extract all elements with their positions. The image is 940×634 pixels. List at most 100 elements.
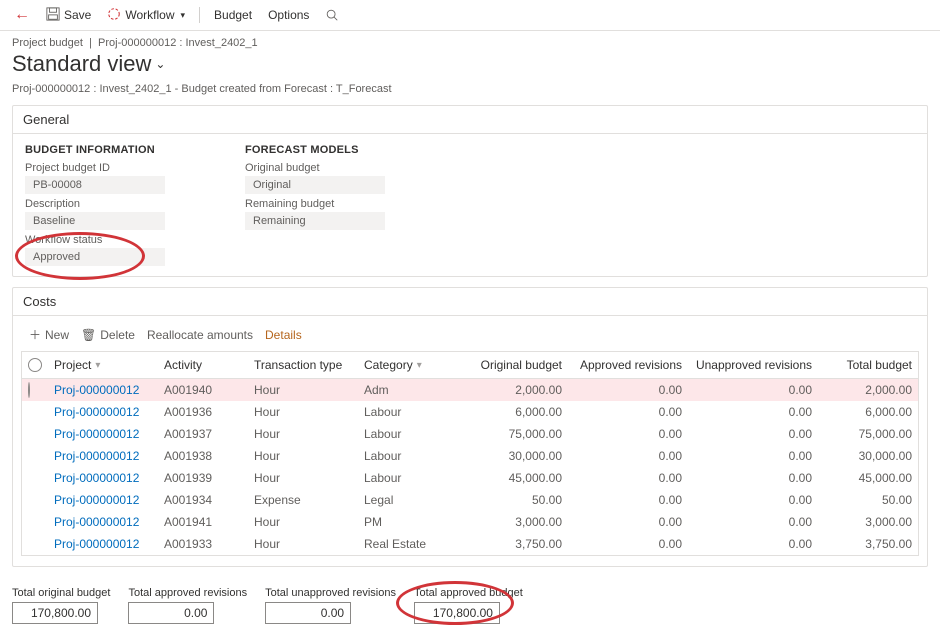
original-budget-label: Original budget: [245, 162, 425, 174]
toolbar-separator: [199, 7, 200, 23]
cell-activity: A001937: [158, 423, 248, 445]
col-orig-budget[interactable]: Original budget: [468, 352, 568, 378]
cell-appr-rev: 0.00: [568, 467, 688, 489]
cell-activity: A001938: [158, 445, 248, 467]
workflow-status-value: Approved: [25, 248, 165, 266]
cell-project[interactable]: Proj-000000012: [48, 533, 158, 555]
cell-category: Legal: [358, 489, 468, 511]
save-icon: [46, 7, 60, 24]
description-label: Description: [25, 198, 205, 210]
cell-orig-budget: 3,750.00: [468, 533, 568, 555]
row-selector[interactable]: [22, 452, 48, 460]
workflow-status-label: Workflow status: [25, 234, 205, 246]
costs-grid: Project▾ Activity Transaction type Categ…: [21, 351, 919, 556]
col-project[interactable]: Project▾: [48, 352, 158, 378]
chevron-down-icon: ▾: [180, 10, 185, 21]
cell-activity: A001939: [158, 467, 248, 489]
cell-project[interactable]: Proj-000000012: [48, 401, 158, 423]
costs-panel: Costs ＋New 🗑Delete Reallocate amounts De…: [12, 287, 928, 567]
cell-unappr-rev: 0.00: [688, 511, 818, 533]
row-selector[interactable]: [22, 496, 48, 504]
cell-project[interactable]: Proj-000000012: [48, 379, 158, 401]
col-activity[interactable]: Activity: [158, 352, 248, 378]
select-all-header[interactable]: [22, 352, 48, 378]
cell-activity: A001941: [158, 511, 248, 533]
table-row[interactable]: Proj-000000012A001934ExpenseLegal50.000.…: [22, 489, 918, 511]
cell-total-budget: 3,750.00: [818, 533, 918, 555]
cell-txn-type: Hour: [248, 445, 358, 467]
cell-project[interactable]: Proj-000000012: [48, 489, 158, 511]
cell-project[interactable]: Proj-000000012: [48, 445, 158, 467]
options-menu[interactable]: Options: [262, 6, 315, 24]
cell-orig-budget: 30,000.00: [468, 445, 568, 467]
table-row[interactable]: Proj-000000012A001936HourLabour6,000.000…: [22, 401, 918, 423]
cell-category: Adm: [358, 379, 468, 401]
cell-orig-budget: 3,000.00: [468, 511, 568, 533]
table-row[interactable]: Proj-000000012A001938HourLabour30,000.00…: [22, 445, 918, 467]
back-button[interactable]: ←: [8, 4, 36, 26]
forecast-models-title: FORECAST MODELS: [245, 144, 425, 156]
row-selector[interactable]: [22, 430, 48, 438]
col-unappr-rev[interactable]: Unapproved revisions: [688, 352, 818, 378]
workflow-button[interactable]: Workflow ▾: [101, 5, 191, 26]
cell-project[interactable]: Proj-000000012: [48, 423, 158, 445]
general-panel: General BUDGET INFORMATION Project budge…: [12, 105, 928, 277]
cell-total-budget: 2,000.00: [818, 379, 918, 401]
description-value: Baseline: [25, 212, 165, 230]
delete-button[interactable]: 🗑Delete: [81, 328, 135, 342]
general-header[interactable]: General: [13, 106, 927, 134]
reallocate-button[interactable]: Reallocate amounts: [147, 328, 253, 342]
cell-total-budget: 50.00: [818, 489, 918, 511]
cell-unappr-rev: 0.00: [688, 423, 818, 445]
budget-menu[interactable]: Budget: [208, 6, 258, 24]
cell-appr-rev: 0.00: [568, 401, 688, 423]
cell-category: Labour: [358, 467, 468, 489]
row-selector[interactable]: [22, 379, 48, 401]
cell-unappr-rev: 0.00: [688, 489, 818, 511]
cell-orig-budget: 45,000.00: [468, 467, 568, 489]
row-selector[interactable]: [22, 518, 48, 526]
row-selector[interactable]: [22, 540, 48, 548]
cell-txn-type: Hour: [248, 511, 358, 533]
workflow-label: Workflow: [125, 8, 174, 22]
plus-icon: ＋: [29, 326, 41, 343]
cell-project[interactable]: Proj-000000012: [48, 511, 158, 533]
cell-project[interactable]: Proj-000000012: [48, 467, 158, 489]
page-title-row: Standard view ⌄: [0, 51, 940, 81]
table-row[interactable]: Proj-000000012A001933HourReal Estate3,75…: [22, 533, 918, 555]
details-button[interactable]: Details: [265, 328, 302, 342]
original-budget-value: Original: [245, 176, 385, 194]
new-button[interactable]: ＋New: [29, 326, 69, 343]
cell-orig-budget: 2,000.00: [468, 379, 568, 401]
cell-appr-rev: 0.00: [568, 511, 688, 533]
page-title: Standard view: [12, 51, 151, 77]
filter-icon: ▾: [95, 360, 100, 371]
row-selector[interactable]: [22, 474, 48, 482]
workflow-icon: [107, 7, 121, 24]
search-button[interactable]: [319, 6, 345, 24]
budget-info-column: BUDGET INFORMATION Project budget ID PB-…: [25, 144, 205, 266]
table-row[interactable]: Proj-000000012A001939HourLabour45,000.00…: [22, 467, 918, 489]
col-total-budget[interactable]: Total budget: [818, 352, 918, 378]
budget-id-value: PB-00008: [25, 176, 165, 194]
total-unappr-value: 0.00: [265, 602, 351, 624]
save-button[interactable]: Save: [40, 5, 97, 26]
cell-txn-type: Hour: [248, 533, 358, 555]
table-row[interactable]: Proj-000000012A001937HourLabour75,000.00…: [22, 423, 918, 445]
col-appr-rev[interactable]: Approved revisions: [568, 352, 688, 378]
cell-category: Real Estate: [358, 533, 468, 555]
search-icon: [325, 8, 339, 22]
cell-category: Labour: [358, 445, 468, 467]
cell-activity: A001940: [158, 379, 248, 401]
budget-id-label: Project budget ID: [25, 162, 205, 174]
view-chevron-icon[interactable]: ⌄: [155, 57, 165, 71]
col-txn-type[interactable]: Transaction type: [248, 352, 358, 378]
table-row[interactable]: Proj-000000012A001940HourAdm2,000.000.00…: [22, 379, 918, 401]
cell-unappr-rev: 0.00: [688, 533, 818, 555]
table-row[interactable]: Proj-000000012A001941HourPM3,000.000.000…: [22, 511, 918, 533]
cell-total-budget: 3,000.00: [818, 511, 918, 533]
costs-header[interactable]: Costs: [13, 288, 927, 316]
col-category[interactable]: Category▾: [358, 352, 468, 378]
row-selector[interactable]: [22, 408, 48, 416]
cell-total-budget: 6,000.00: [818, 401, 918, 423]
